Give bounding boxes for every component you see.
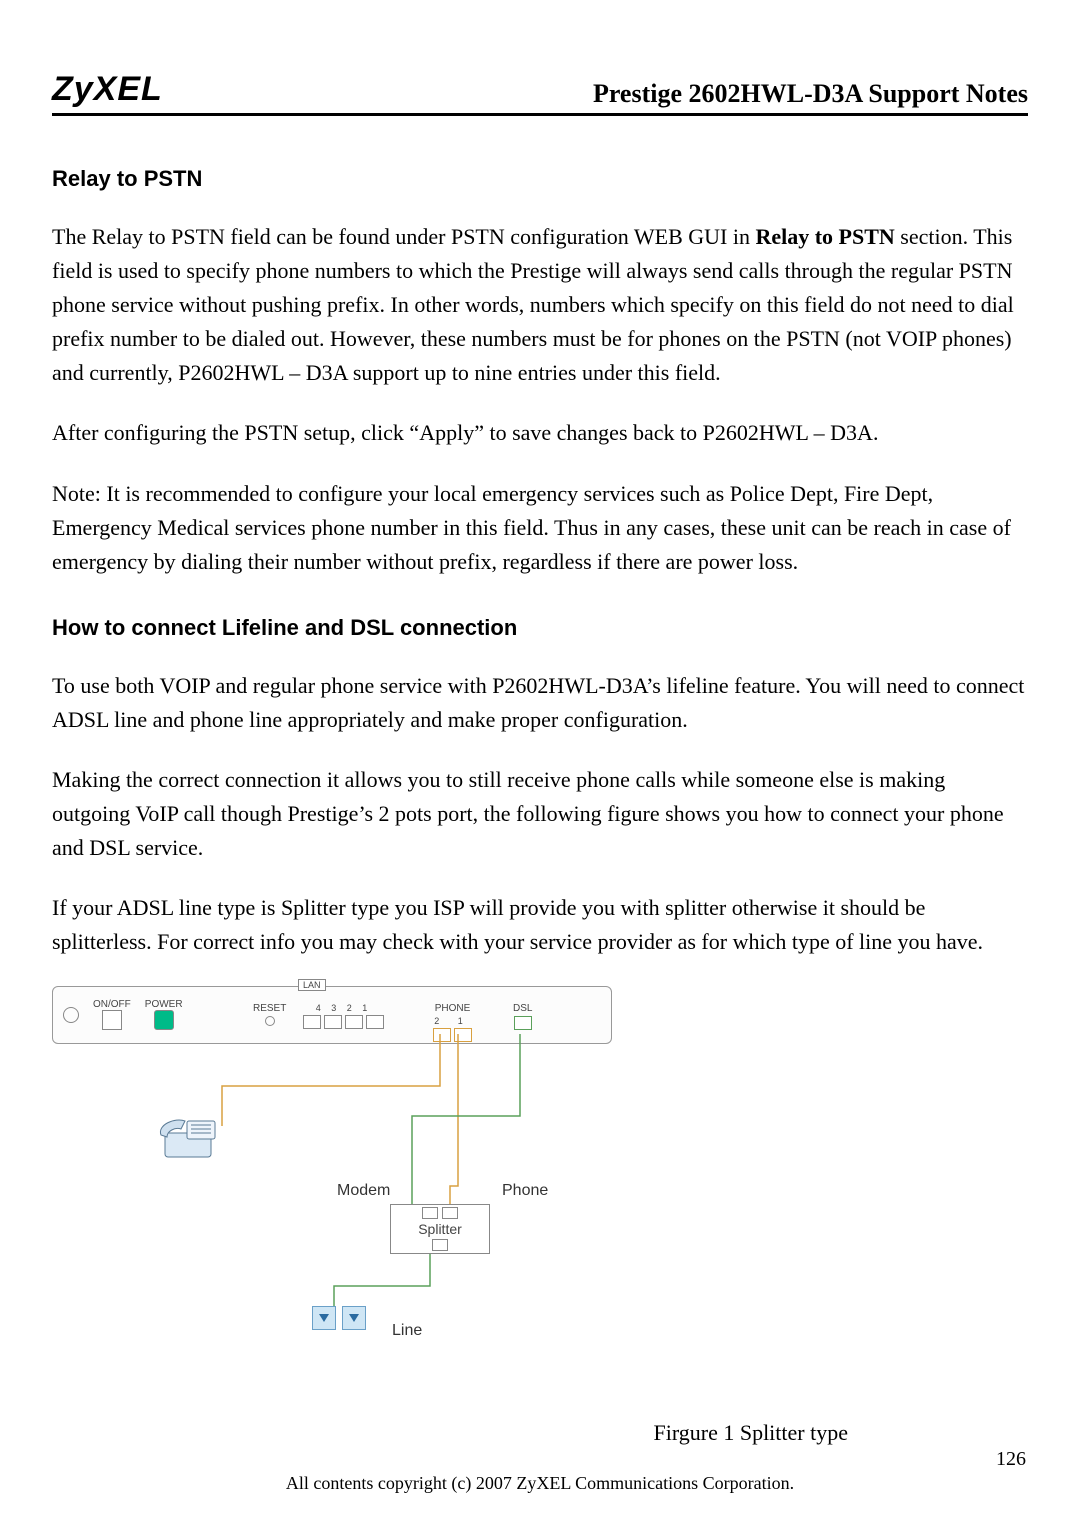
paragraph-lifeline-3: If your ADSL line type is Splitter type … <box>52 891 1028 959</box>
lan-label: LAN <box>298 979 326 991</box>
power-label: POWER <box>145 999 183 1010</box>
text-bold: Relay to PSTN <box>755 224 894 249</box>
dsl-port-icon <box>514 1016 532 1030</box>
paragraph-lifeline-2: Making the correct connection it allows … <box>52 763 1028 865</box>
copyright-footer: All contents copyright (c) 2007 ZyXEL Co… <box>52 1473 1028 1494</box>
paragraph-relay-2: After configuring the PSTN setup, click … <box>52 416 1028 450</box>
router-rear-panel: LAN ON/OFF POWER RESET 4 3 <box>52 986 612 1044</box>
telephone-icon <box>157 1111 227 1161</box>
lan-port-icon <box>303 1015 321 1029</box>
reset-label: RESET <box>253 1003 286 1014</box>
paragraph-relay-1: The Relay to PSTN field can be found und… <box>52 220 1028 390</box>
diagram-label-phone: Phone <box>502 1182 548 1200</box>
connection-diagram: LAN ON/OFF POWER RESET 4 3 <box>52 986 612 1414</box>
section-heading-lifeline: How to connect Lifeline and DSL connecti… <box>52 615 1028 641</box>
page-header: ZyXEL Prestige 2602HWL-D3A Support Notes <box>52 70 1028 116</box>
lan-port-icon <box>324 1015 342 1029</box>
text: The Relay to PSTN field can be found und… <box>52 224 755 249</box>
paragraph-lifeline-1: To use both VOIP and regular phone servi… <box>52 669 1028 737</box>
onoff-label: ON/OFF <box>93 999 131 1010</box>
header-title: Prestige 2602HWL-D3A Support Notes <box>593 79 1028 109</box>
splitter-port-icon <box>442 1207 458 1219</box>
logo: ZyXEL <box>52 70 163 109</box>
splitter-box: Splitter <box>390 1204 490 1254</box>
splitter-port-icon <box>422 1207 438 1219</box>
diagram-label-line: Line <box>392 1322 422 1340</box>
figure-caption: Firgure 1 Splitter type <box>52 1420 1028 1446</box>
wall-jack-icon <box>312 1306 366 1330</box>
diagram-label-modem: Modem <box>337 1182 390 1200</box>
phone-port-numbers: 2 1 <box>434 1016 471 1026</box>
lan-port-icon <box>345 1015 363 1029</box>
barrel-jack-icon <box>63 1007 79 1023</box>
lan-port-numbers: 4 3 2 1 <box>316 1003 372 1013</box>
splitter-port-icon <box>432 1239 448 1251</box>
section-heading-relay: Relay to PSTN <box>52 166 1028 192</box>
page-number: 126 <box>52 1448 1028 1471</box>
phone-port-icon <box>454 1028 472 1042</box>
dsl-port-label: DSL <box>513 1003 532 1014</box>
reset-hole-icon <box>265 1016 275 1026</box>
paragraph-relay-note: Note: It is recommended to configure you… <box>52 477 1028 579</box>
phone-port-label: PHONE <box>435 1003 471 1014</box>
phone-port-icon <box>433 1028 451 1042</box>
onoff-switch-icon <box>102 1010 122 1030</box>
power-led-icon <box>154 1010 174 1030</box>
lan-port-icon <box>366 1015 384 1029</box>
splitter-label: Splitter <box>399 1221 481 1237</box>
